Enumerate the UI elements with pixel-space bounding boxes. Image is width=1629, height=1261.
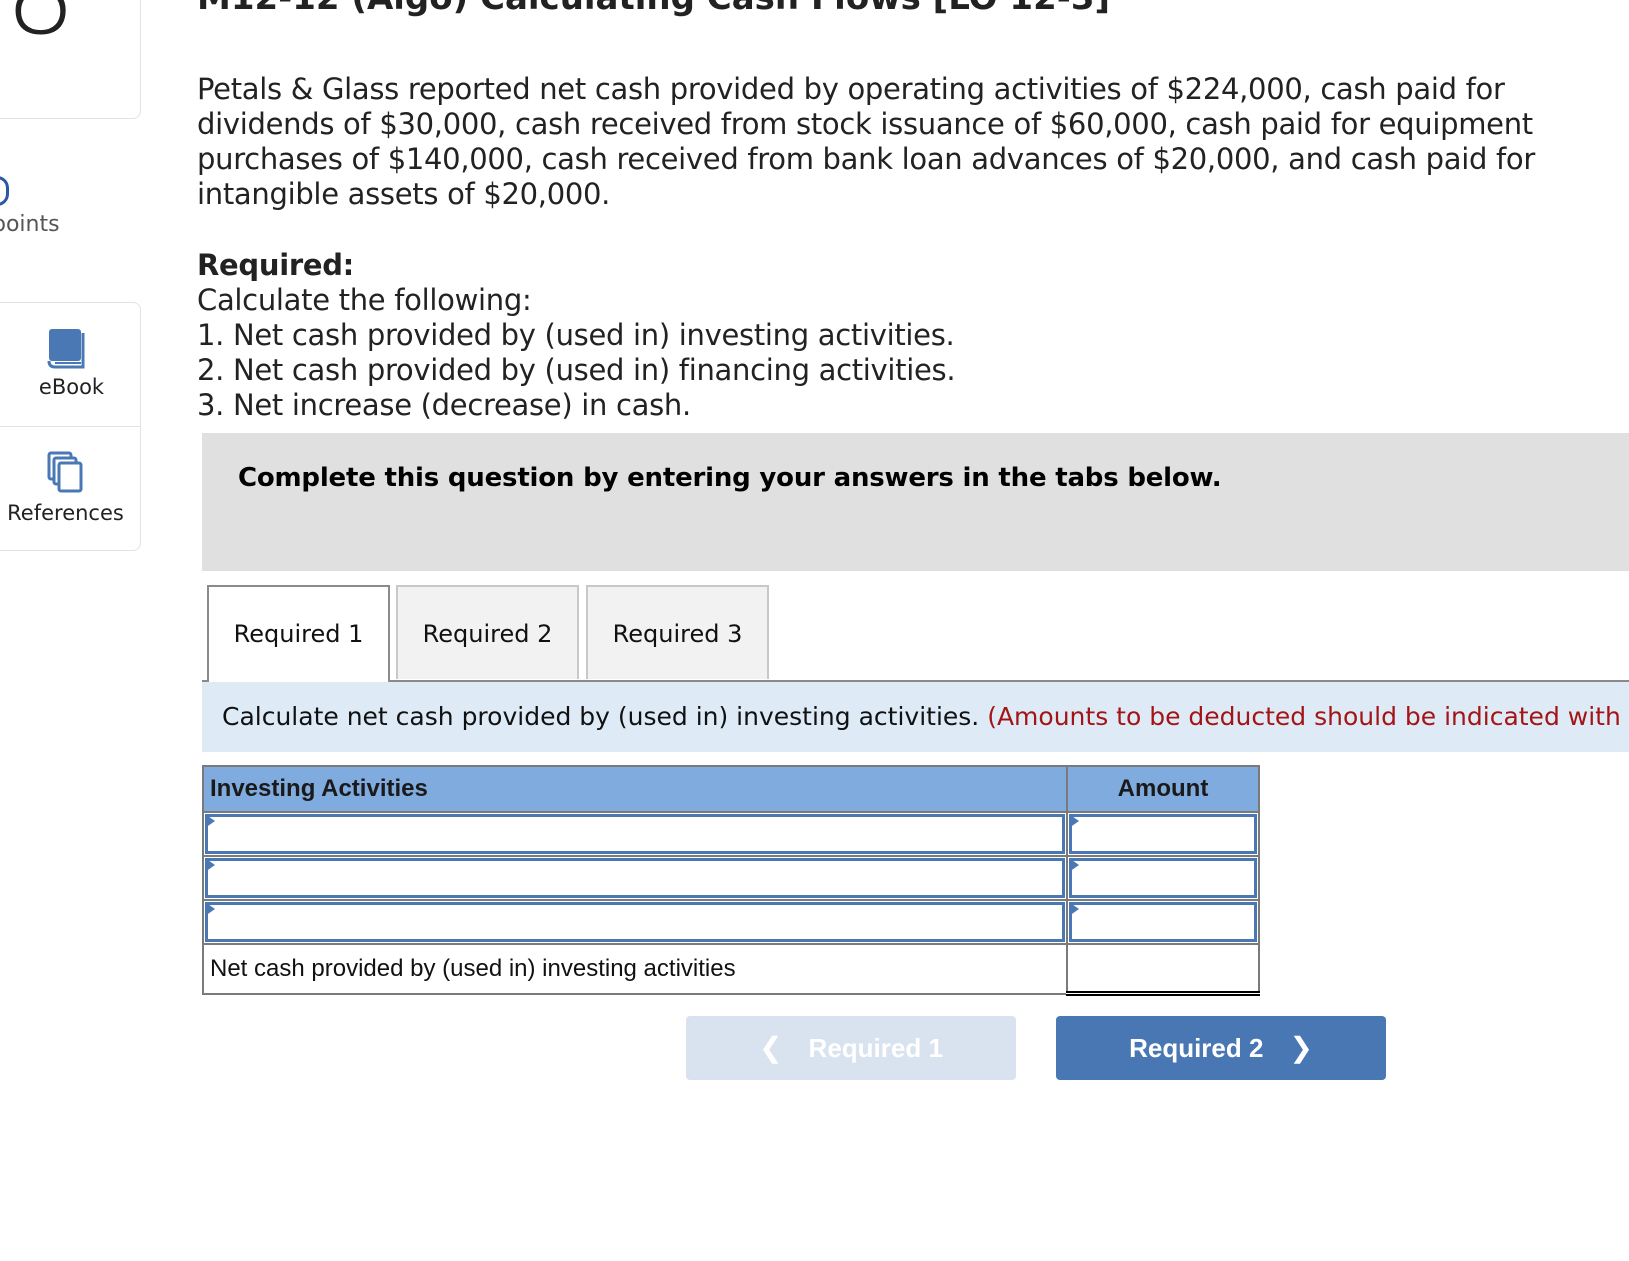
next-label: Required 2 [1129,1033,1264,1063]
total-row: Net cash provided by (used in) investing… [202,943,1260,996]
instruction-main: Calculate net cash provided by (used in)… [222,702,980,731]
references-button[interactable]: References [0,427,140,550]
points-value-glyph [0,176,9,206]
problem-text: Petals & Glass reported net cash provide… [197,72,1535,211]
dropdown-flag-icon [205,814,215,828]
ebook-label: eBook [38,375,105,399]
tab-bar: Required 1 Required 2 Required 3 [202,585,1629,682]
prev-required-button[interactable]: ❮ Required 1 [686,1016,1016,1080]
instructions-box: Complete this question by entering your … [202,433,1629,571]
total-amount [1066,943,1260,996]
amount-input-1[interactable] [1066,811,1260,857]
chevron-right-icon: ❯ [1289,1032,1313,1063]
input-flag-icon [1069,814,1079,828]
table-row [202,811,1260,857]
table-row [202,899,1260,945]
tab-required-3[interactable]: Required 3 [586,585,769,679]
tab-required-1[interactable]: Required 1 [207,585,390,682]
question-number: 8 [5,0,76,51]
amount-input-3[interactable] [1066,899,1260,945]
total-label: Net cash provided by (used in) investing… [202,943,1068,995]
instruction-text: Calculate net cash provided by (used in)… [222,702,1629,731]
dropdown-flag-icon [205,902,215,916]
instruction-bar: Calculate net cash provided by (used in)… [202,682,1629,752]
tab-required-2[interactable]: Required 2 [396,585,579,679]
ebook-button[interactable]: eBook [0,303,140,427]
activity-select-2[interactable] [202,855,1068,901]
required-heading: Required: [197,248,354,282]
next-required-button[interactable]: Required 2 ❯ [1056,1016,1386,1080]
table-row [202,855,1260,901]
required-item: 1. Net cash provided by (used in) invest… [197,318,955,352]
header-investing-activities: Investing Activities [202,765,1068,813]
instruction-note: (Amounts to be deducted should be indica… [987,702,1629,731]
required-item: 2. Net cash provided by (used in) financ… [197,353,956,387]
input-flag-icon [1069,858,1079,872]
dropdown-flag-icon [205,858,215,872]
chevron-left-icon: ❮ [759,1032,783,1063]
required-intro: Calculate the following: [197,283,532,317]
tools-card: eBook References [0,302,141,551]
required-item: 3. Net increase (decrease) in cash. [197,388,691,422]
question-title: M12-12 (Algo) Calculating Cash Flows [LO… [197,0,1110,18]
input-flag-icon [1069,902,1079,916]
references-label: References [7,501,124,525]
book-icon [47,329,84,369]
amount-input-2[interactable] [1066,855,1260,901]
investing-activities-table: Investing Activities Amount Net cash pro… [202,765,1260,996]
documents-icon [47,451,82,493]
points-label: points [0,212,60,237]
required-section: Required: Calculate the following: 1. Ne… [197,248,956,423]
instructions-text: Complete this question by entering your … [238,463,1222,493]
activity-select-1[interactable] [202,811,1068,857]
prev-label: Required 1 [808,1033,943,1063]
header-amount: Amount [1066,765,1260,813]
table-header-row: Investing Activities Amount [202,765,1260,813]
activity-select-3[interactable] [202,899,1068,945]
question-number-card: 8 [0,0,141,119]
